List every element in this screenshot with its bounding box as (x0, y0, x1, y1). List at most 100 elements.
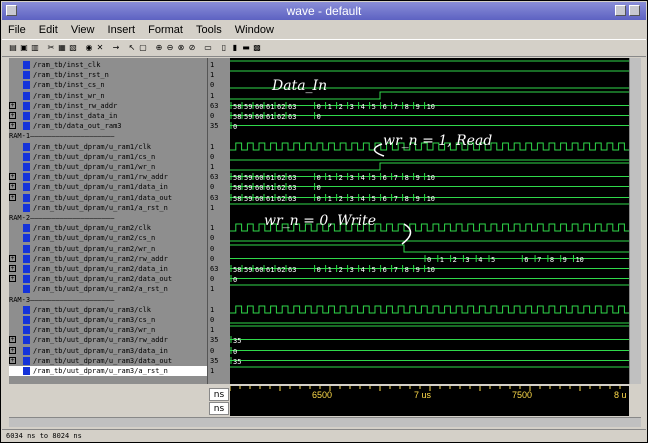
signal-row[interactable]: /ram_tb/inst_clk (9, 60, 207, 70)
signal-row[interactable]: /ram_tb/uut_dpram/u_ram2/clk (9, 223, 207, 233)
paste-icon[interactable]: ▧ (68, 43, 78, 53)
menu-tools[interactable]: Tools (192, 21, 226, 39)
wave-5-label: 61 (266, 113, 274, 121)
save-icon[interactable]: ▣ (19, 43, 29, 53)
horizontal-scrollbar[interactable] (9, 417, 641, 427)
wave-13-label: 61 (266, 195, 274, 203)
timeline-ruler[interactable]: 6500 7 us 7500 8 u (230, 386, 629, 402)
delete-icon[interactable]: ✕ (95, 43, 105, 53)
signal-row[interactable]: + /ram_tb/uut_dpram/u_ram3/rw_addr (9, 335, 207, 345)
signal-row[interactable]: + /ram_tb/uut_dpram/u_ram1/data_out (9, 193, 207, 203)
menu-edit[interactable]: Edit (35, 21, 62, 39)
insert-cursor-icon[interactable]: → (111, 43, 121, 53)
wave-4-label: 61 (266, 103, 274, 111)
maximize-icon[interactable] (629, 5, 640, 16)
signal-row[interactable]: + /ram_tb/inst_rw_addr (9, 101, 207, 111)
wave-20-label: 3 (350, 266, 354, 274)
expand-icon[interactable]: + (9, 255, 16, 262)
wave-19-label: 6 (524, 256, 528, 264)
signal-name: /ram_tb/uut_dpram/u_ram1/data_in (33, 183, 168, 191)
signal-row[interactable]: /ram_tb/uut_dpram/u_ram3/a_rst_n (9, 366, 207, 376)
signal-row[interactable]: /ram_tb/uut_dpram/u_ram1/clk (9, 142, 207, 152)
zoom-full-icon[interactable]: ⊗ (176, 43, 186, 53)
expand-icon[interactable]: + (9, 275, 16, 282)
expand-icon[interactable]: + (9, 112, 16, 119)
group-divider[interactable]: RAM-1———————————————————— (9, 131, 114, 141)
signal-row[interactable]: /ram_tb/uut_dpram/u_ram3/cs_n (9, 315, 207, 325)
menu-window[interactable]: Window (231, 21, 278, 39)
signal-row[interactable]: /ram_tb/uut_dpram/u_ram3/wr_n (9, 325, 207, 335)
vertical-scrollbar[interactable] (629, 58, 641, 384)
annotation-read: wr_n = 1, Read (383, 133, 493, 149)
copy-icon[interactable]: ▦ (57, 43, 67, 53)
wave-11-label: 5 (372, 174, 376, 182)
menu-view[interactable]: View (67, 21, 99, 39)
wave-11-label: 63 (288, 174, 296, 182)
signal-value: 0 (210, 153, 215, 161)
signal-row[interactable]: /ram_tb/uut_dpram/u_ram1/wr_n (9, 162, 207, 172)
wave-11-label: 8 (405, 174, 409, 182)
wave-5-label: 58 (233, 113, 241, 121)
signal-row[interactable]: + /ram_tb/inst_data_in (9, 111, 207, 121)
cut-icon[interactable]: ✂ (46, 43, 56, 53)
signal-row[interactable]: /ram_tb/inst_cs_n (9, 80, 207, 90)
wave-20-label: 9 (416, 266, 420, 274)
expand-icon[interactable]: + (9, 102, 16, 109)
open-icon[interactable]: ▤ (8, 43, 18, 53)
signal-row[interactable]: + /ram_tb/uut_dpram/u_ram3/data_out (9, 356, 207, 366)
print-icon[interactable]: ▥ (30, 43, 40, 53)
prev-edge-icon[interactable]: ▬ (241, 43, 251, 53)
expand-icon[interactable]: + (9, 347, 16, 354)
signal-row[interactable]: /ram_tb/uut_dpram/u_ram1/cs_n (9, 152, 207, 162)
find-edge-icon[interactable]: ▩ (252, 43, 262, 53)
group-divider[interactable]: RAM-2———————————————————— (9, 213, 114, 223)
signal-row[interactable]: /ram_tb/inst_wr_n (9, 91, 207, 101)
zoom-out-icon[interactable]: ⊖ (165, 43, 175, 53)
wave-19-label: 10 (575, 256, 583, 264)
minimize-icon[interactable] (615, 5, 626, 16)
next-edge-icon[interactable]: ▮ (230, 43, 240, 53)
wave-20-label: 61 (266, 266, 274, 274)
expand-icon[interactable]: + (9, 265, 16, 272)
signal-name: /ram_tb/uut_dpram/u_ram1/wr_n (33, 163, 156, 171)
signal-row[interactable]: + /ram_tb/uut_dpram/u_ram1/data_in (9, 182, 207, 192)
signal-row[interactable]: /ram_tb/uut_dpram/u_ram2/cs_n (9, 233, 207, 243)
zoom-mode-icon[interactable]: ▢ (138, 43, 148, 53)
signal-row[interactable]: /ram_tb/uut_dpram/u_ram1/a_rst_n (9, 203, 207, 213)
menu-insert[interactable]: Insert (104, 21, 140, 39)
signal-row[interactable]: + /ram_tb/data_out_ram3 (9, 121, 207, 131)
wave-4-label: 5 (372, 103, 376, 111)
expand-icon[interactable]: + (9, 336, 16, 343)
menu-file[interactable]: File (4, 21, 30, 39)
signal-row[interactable]: + /ram_tb/uut_dpram/u_ram2/data_out (9, 274, 207, 284)
select-icon[interactable]: ↖ (127, 43, 137, 53)
waveform-pane[interactable]: 58 59 60 61 62 63 0 1 2 3 4 5 6 7 8 9 10 58 59 60 61 62 63 0 0 58… (230, 58, 629, 384)
group-divider[interactable]: RAM-3———————————————————— (9, 295, 114, 305)
signal-row[interactable]: + /ram_tb/uut_dpram/u_ram2/data_in (9, 264, 207, 274)
expand-icon[interactable]: + (9, 183, 16, 190)
expand-icon[interactable]: + (9, 357, 16, 364)
zoom-range-icon[interactable]: ⊘ (187, 43, 197, 53)
signal-row[interactable]: /ram_tb/inst_rst_n (9, 70, 207, 80)
window-menu-icon[interactable] (6, 5, 17, 16)
expand-icon[interactable]: + (9, 122, 16, 129)
expand-icon[interactable]: + (9, 173, 16, 180)
status-bar: 6034 ns to 8024 ns (2, 429, 646, 442)
signal-row[interactable]: + /ram_tb/uut_dpram/u_ram3/data_in (9, 346, 207, 356)
signal-row[interactable]: + /ram_tb/uut_dpram/u_ram1/rw_addr (9, 172, 207, 182)
signal-row[interactable]: /ram_tb/uut_dpram/u_ram2/wr_n (9, 244, 207, 254)
expand-icon[interactable]: + (9, 194, 16, 201)
wave-19-label: 9 (563, 256, 567, 264)
menu-format[interactable]: Format (144, 21, 187, 39)
signal-row[interactable]: /ram_tb/uut_dpram/u_ram2/a_rst_n (9, 284, 207, 294)
prev-cursor-icon[interactable]: ▭ (203, 43, 213, 53)
zoom-in-icon[interactable]: ⊕ (154, 43, 164, 53)
find-icon[interactable]: ◉ (84, 43, 94, 53)
signal-row[interactable]: + /ram_tb/uut_dpram/u_ram2/rw_addr (9, 254, 207, 264)
wave-20-label: 0 (317, 266, 321, 274)
cursor-bar[interactable] (230, 402, 629, 416)
signal-value: 0 (210, 245, 215, 253)
wave-10-step (230, 162, 629, 171)
signal-row[interactable]: /ram_tb/uut_dpram/u_ram3/clk (9, 305, 207, 315)
add-cursor-icon[interactable]: ▯ (219, 43, 229, 53)
